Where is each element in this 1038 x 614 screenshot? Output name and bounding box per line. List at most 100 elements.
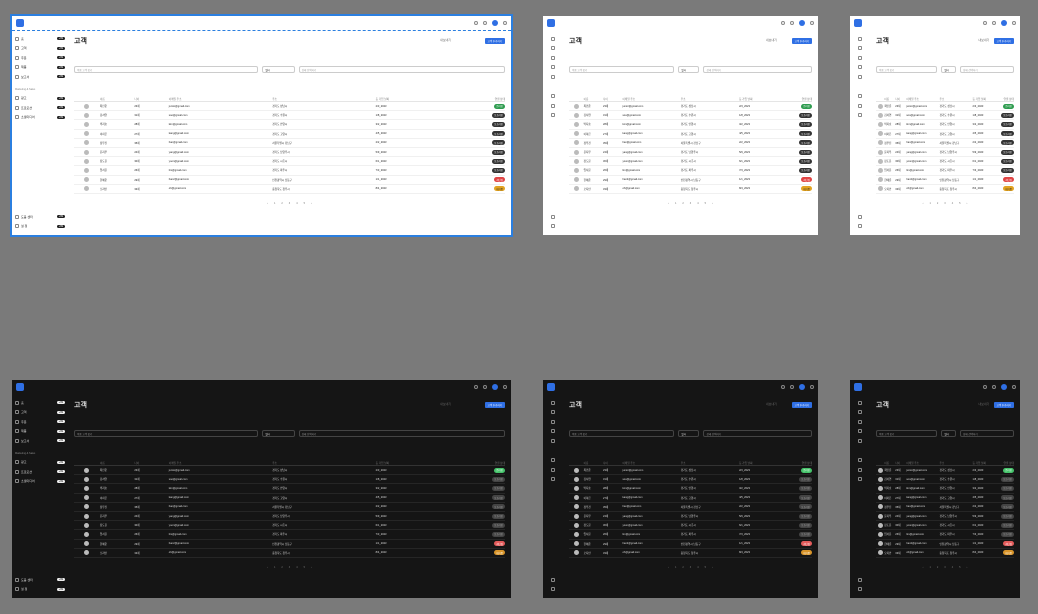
- bell-icon[interactable]: [992, 21, 996, 25]
- table-row[interactable]: 임서윤 26세 lim@gmail.com 경기도 파주시 7/3_2023 오프라인: [74, 166, 505, 176]
- sidebar-item[interactable]: [853, 53, 867, 63]
- table-row[interactable]: 최민준 23세 junior@gmail.com 경기도 성남시 2/3_2023 온라인: [569, 466, 812, 476]
- search-icon[interactable]: [983, 21, 987, 25]
- table-row[interactable]: 정우진 35세 han@gmail.com 서울특별시 강남구 2/2_2023 오프라인: [74, 503, 505, 512]
- page-link[interactable]: ‹: [923, 566, 924, 569]
- sidebar-item[interactable]: 고객 +99: [15, 44, 65, 54]
- sidebar-item[interactable]: [853, 111, 867, 121]
- page-link[interactable]: 5: [304, 566, 305, 569]
- table-row[interactable]: 윤지우 24세 yang@gmail.com 경기도 남양주시 5/9_2023 오프라인: [74, 512, 505, 522]
- app-logo[interactable]: [16, 19, 24, 27]
- sidebar-item[interactable]: 광고 +99: [15, 94, 65, 104]
- bell-icon[interactable]: [992, 385, 996, 389]
- page-link[interactable]: 2: [682, 566, 683, 569]
- sidebar-item[interactable]: [546, 101, 560, 111]
- table-row[interactable]: 한예준 29세 han2@gmail.com 인천광역시 남동구 1/1_2023 차단됨: [74, 540, 505, 549]
- page-link[interactable]: 3: [690, 566, 691, 569]
- filter-button[interactable]: 필터: [262, 66, 295, 73]
- filter-button[interactable]: 필터: [678, 430, 700, 437]
- table-row[interactable]: 이하은 27세 kang@gmail.com 경기도 고양시 4/5_2023 오프라인: [74, 130, 505, 139]
- page-link[interactable]: 5: [959, 566, 960, 569]
- sidebar-item[interactable]: [546, 575, 560, 585]
- page-link[interactable]: ‹: [668, 566, 669, 569]
- table-row[interactable]: 정우진 35세 han@gmail.com 서울특별시 강남구 2/2_2023 오프라인: [569, 503, 812, 512]
- page-link[interactable]: 2: [281, 202, 282, 205]
- table-row[interactable]: 이하은 27세 kang@gmail.com 경기도 고양시 4/5_2023 오프라인: [569, 130, 812, 139]
- sidebar-item[interactable]: 소셜미디어 +99: [15, 113, 65, 123]
- add-customer-button[interactable]: 고객 추가하기: [484, 38, 505, 44]
- sidebar-item[interactable]: [853, 417, 867, 427]
- table-row[interactable]: 이하은 27세 kang@gmail.com 경기도 고양시 4/5_2023 오프라인: [569, 494, 812, 503]
- export-button[interactable]: 내보내기: [978, 402, 989, 406]
- sidebar-item[interactable]: [853, 475, 867, 485]
- table-row[interactable]: 이하은 27세 kang@gmail.com 경기도 고양시 4/5_2023 오프라인: [876, 130, 1014, 139]
- export-button[interactable]: 내보내기: [766, 38, 777, 42]
- table-row[interactable]: 김서연 31세 soo@gmail.com 경기도 수원시 1/8_2023 오프라인: [569, 475, 812, 485]
- page-link[interactable]: 3: [690, 202, 691, 205]
- export-button[interactable]: 내보내기: [440, 402, 451, 406]
- table-row[interactable]: 윤지우 24세 yang@gmail.com 경기도 남양주시 5/9_2023 오프라인: [876, 148, 1014, 158]
- table-row[interactable]: 박지호 28세 kim@gmail.com 경기도 안양시 3/2_2023 오프라인: [569, 484, 812, 494]
- table-row[interactable]: 박지호 28세 kim@gmail.com 경기도 안양시 3/2_2023 오프라인: [569, 120, 812, 130]
- bell-icon[interactable]: [483, 385, 487, 389]
- sidebar-item[interactable]: [853, 222, 867, 232]
- bell-icon[interactable]: [790, 21, 794, 25]
- table-row[interactable]: 오지안 33세 oh@gmail.com 충청북도 청주시 8/4_2023 대기중: [569, 185, 812, 194]
- sidebar-item[interactable]: [546, 92, 560, 102]
- sidebar-item[interactable]: 홈 +99: [15, 34, 65, 44]
- filter-button[interactable]: 필터: [941, 430, 957, 437]
- table-row[interactable]: 박지호 28세 kim@gmail.com 경기도 안양시 3/2_2023 오프라인: [876, 120, 1014, 130]
- avatar[interactable]: [799, 384, 805, 390]
- add-customer-button[interactable]: 고객 추가하기: [791, 402, 812, 408]
- table-row[interactable]: 한예준 29세 han2@gmail.com 인천광역시 남동구 1/1_2023 차단됨: [876, 540, 1014, 549]
- page-link[interactable]: 1: [675, 566, 676, 569]
- sidebar-item[interactable]: 광고 +99: [15, 458, 65, 468]
- table-row[interactable]: 장도윤 30세 yoon@gmail.com 경기도 시흥시 6/1_2023 오프라인: [876, 157, 1014, 167]
- table-row[interactable]: 정우진 35세 han@gmail.com 서울특별시 강남구 2/2_2023 오프라인: [876, 503, 1014, 512]
- sidebar-item[interactable]: [853, 575, 867, 585]
- page-link[interactable]: 2: [281, 566, 282, 569]
- table-row[interactable]: 김서연 31세 soo@gmail.com 경기도 수원시 1/8_2023 오프라인: [74, 475, 505, 485]
- table-row[interactable]: 윤지우 24세 yang@gmail.com 경기도 남양주시 5/9_2023 오프라인: [569, 148, 812, 158]
- page-link[interactable]: ‹: [267, 566, 268, 569]
- table-row[interactable]: 한예준 29세 han2@gmail.com 인천광역시 남동구 1/1_2023 차단됨: [74, 176, 505, 185]
- sidebar-item[interactable]: 제품 +99: [15, 427, 65, 437]
- sidebar-item[interactable]: [546, 436, 560, 446]
- table-row[interactable]: 오지안 33세 oh@gmail.com 충청북도 청주시 8/4_2023 대기중: [74, 549, 505, 558]
- export-button[interactable]: 내보내기: [978, 38, 989, 42]
- status-select[interactable]: 상태 선택하기: [960, 66, 1014, 73]
- table-row[interactable]: 오지안 33세 oh@gmail.com 충청북도 청주시 8/4_2023 대기중: [74, 185, 505, 194]
- avatar[interactable]: [1001, 384, 1007, 390]
- page-link[interactable]: 4: [697, 202, 698, 205]
- search-icon[interactable]: [781, 21, 785, 25]
- sidebar-item[interactable]: [853, 92, 867, 102]
- table-row[interactable]: 장도윤 30세 yoon@gmail.com 경기도 시흥시 6/1_2023 오프라인: [569, 521, 812, 531]
- table-row[interactable]: 장도윤 30세 yoon@gmail.com 경기도 시흥시 6/1_2023 오프라인: [74, 157, 505, 167]
- status-select[interactable]: 상태 선택하기: [703, 66, 812, 73]
- table-row[interactable]: 김서연 31세 soo@gmail.com 경기도 수원시 1/8_2023 오프라인: [74, 111, 505, 121]
- table-row[interactable]: 오지안 33세 oh@gmail.com 충청북도 청주시 8/4_2023 대기중: [569, 549, 812, 558]
- search-input[interactable]: 이름 고객 찾기: [74, 430, 259, 437]
- sidebar-item[interactable]: [853, 436, 867, 446]
- page-link[interactable]: 1: [930, 202, 931, 205]
- page-link[interactable]: 3: [289, 566, 290, 569]
- search-input[interactable]: 이름 고객 찾기: [74, 66, 259, 73]
- app-logo[interactable]: [547, 19, 555, 27]
- search-input[interactable]: 이름 고객 찾기: [876, 430, 938, 437]
- sidebar-item[interactable]: [853, 63, 867, 73]
- page-link[interactable]: 3: [944, 566, 945, 569]
- page-link[interactable]: ›: [712, 202, 713, 205]
- gear-icon[interactable]: [1012, 385, 1016, 389]
- page-link[interactable]: 4: [296, 202, 297, 205]
- page-link[interactable]: 5: [304, 202, 305, 205]
- sidebar-item[interactable]: [853, 72, 867, 82]
- sidebar-item[interactable]: [546, 475, 560, 485]
- search-icon[interactable]: [983, 385, 987, 389]
- bell-icon[interactable]: [790, 385, 794, 389]
- sidebar-item[interactable]: [546, 456, 560, 466]
- sidebar-item[interactable]: 고객 +99: [15, 408, 65, 418]
- status-select[interactable]: 상태 선택하기: [298, 430, 505, 437]
- table-row[interactable]: 정우진 35세 han@gmail.com 서울특별시 강남구 2/2_2023 오프라인: [74, 139, 505, 148]
- table-row[interactable]: 오지안 33세 oh@gmail.com 충청북도 청주시 8/4_2023 대기중: [876, 185, 1014, 194]
- gear-icon[interactable]: [503, 385, 507, 389]
